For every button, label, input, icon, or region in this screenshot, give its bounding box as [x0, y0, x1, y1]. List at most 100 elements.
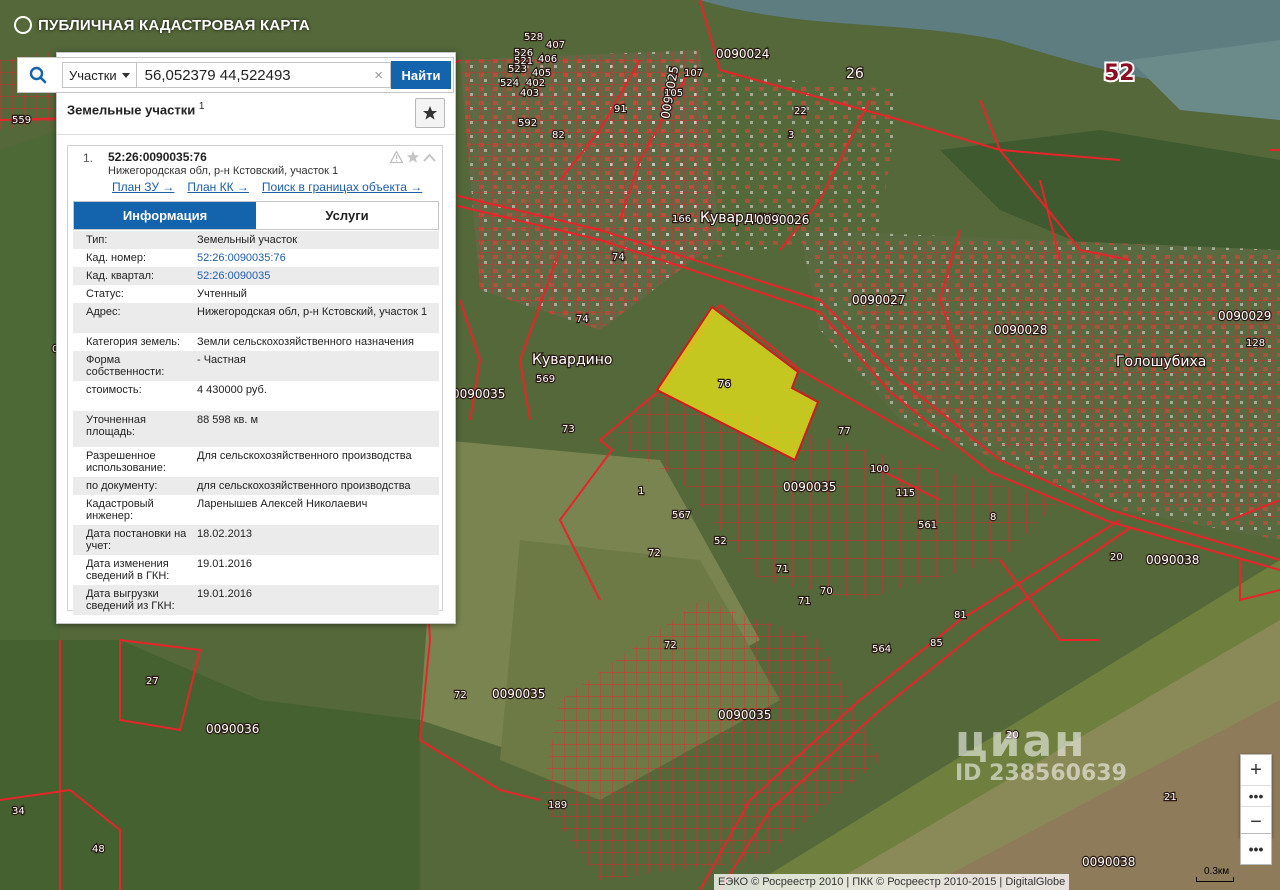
- parcel-label: 559: [12, 115, 31, 126]
- result-tabs: Информация Услуги: [73, 201, 439, 230]
- attribute-value: 4 430000 руб.: [197, 384, 267, 396]
- attribute-value: 19.01.2016: [197, 588, 253, 600]
- parcel-label: 82: [552, 130, 565, 141]
- search-input[interactable]: [136, 62, 391, 88]
- result-cadastral-number[interactable]: 52:26:0090035:76: [108, 150, 207, 164]
- parcel-label: 8: [990, 512, 996, 523]
- star-icon[interactable]: [406, 150, 420, 164]
- scale-bar-line: [1196, 877, 1234, 882]
- parcel-label: 407: [546, 40, 565, 51]
- attribute-value: Земли сельскохозяйственного назначения: [197, 336, 414, 348]
- watermark: циан ID 238560639: [955, 716, 1127, 786]
- object-type-select[interactable]: Участки: [62, 62, 137, 88]
- parcel-label: 74: [576, 314, 589, 325]
- info-panel: Участки × Найти Земельные участки 1 1. 5…: [17, 52, 456, 624]
- clear-icon[interactable]: ×: [374, 67, 383, 84]
- attribute-row: стоимость: 4 430000 руб.: [73, 381, 439, 411]
- parcel-label: 81: [954, 610, 967, 621]
- parcel-label: 48: [92, 844, 105, 855]
- attribute-key: Кадастровый инженер:: [86, 498, 154, 522]
- divider: [57, 134, 455, 135]
- parcel-label: 105: [664, 88, 683, 99]
- map-attribution: ЕЭКО © Росреестр 2010 | ПКК © Росреестр …: [714, 874, 1070, 890]
- attribute-value[interactable]: 52:26:0090035:76: [193, 249, 439, 267]
- chevron-down-icon: [121, 72, 130, 78]
- attribute-value: для сельскохозяйственного производства: [197, 480, 411, 492]
- zoom-in-button[interactable]: +: [1241, 755, 1271, 785]
- star-icon: [423, 106, 437, 120]
- parcel-label: 72: [648, 548, 661, 559]
- app-title-text: ПУБЛИЧНАЯ КАДАСТРОВАЯ КАРТА: [38, 16, 310, 34]
- attribute-value: 19.01.2016: [197, 558, 253, 570]
- attribute-value: - Частная: [197, 354, 246, 366]
- result-address: Нижегородская обл, р-н Кстовский, участо…: [108, 165, 339, 177]
- attribute-value: Для сельскохозяйственного производства: [197, 450, 412, 462]
- attribute-value: Земельный участок: [197, 234, 298, 246]
- watermark-brand: циан: [955, 716, 1087, 767]
- attribute-value: 18.02.2013: [197, 528, 253, 540]
- attribute-row: Категория земель: Земли сельскохозяйствен…: [73, 333, 439, 351]
- parcel-label: 3: [788, 130, 794, 141]
- place-label-goloshubikha: Голошубиха: [1116, 354, 1206, 370]
- attribute-row: Кад. квартал: 52:26:0090035: [73, 267, 439, 285]
- parcel-label: 521: [514, 56, 533, 67]
- attribute-table: Тип: Земельный участок Кад. номер: 52:26:00…: [73, 231, 439, 615]
- find-button[interactable]: Найти: [391, 61, 451, 89]
- attribute-value: Учтенный: [197, 288, 247, 300]
- link-search-in-bounds[interactable]: Поиск в границах объекта →: [262, 180, 422, 194]
- attribute-key: Разрешенное использование:: [86, 450, 166, 474]
- attribute-value[interactable]: 52:26:0090035: [193, 267, 439, 285]
- parcel-label: 76: [718, 379, 731, 390]
- attribute-key: Тип:: [86, 234, 108, 246]
- parcel-label: 403: [520, 88, 539, 99]
- link-plan-zu[interactable]: План ЗУ →: [112, 180, 174, 194]
- attribute-key: Дата постановки на учет:: [86, 528, 187, 552]
- globe-logo-icon: [14, 16, 32, 34]
- search-icon[interactable]: [18, 58, 58, 92]
- watermark-id: ID 238560639: [955, 761, 1127, 786]
- parcel-label: 524: [500, 78, 519, 89]
- parcel-label: 115: [896, 488, 915, 499]
- result-count: 1: [198, 101, 205, 112]
- result-links: План ЗУ → План КК → Поиск в границах объ…: [112, 180, 422, 194]
- quarter-label: 0090038: [1146, 553, 1199, 567]
- attribute-row: Дата выгрузки сведений из ГКН: 19.01.2016: [73, 585, 439, 615]
- attribute-key: стоимость:: [86, 384, 142, 396]
- parcel-label: 561: [918, 520, 937, 531]
- road-label: 26: [846, 66, 864, 82]
- attribute-row: по документу: для сельскохозяйственного п…: [73, 477, 439, 495]
- more-options-button[interactable]: •••: [1240, 833, 1272, 865]
- zoom-control: + ••• −: [1240, 754, 1272, 838]
- object-type-value: Участки: [69, 67, 117, 83]
- parcel-label: 569: [536, 374, 555, 385]
- parcel-label: 22: [794, 106, 807, 117]
- parcel-label: 567: [672, 510, 691, 521]
- tab-services[interactable]: Услуги: [256, 202, 438, 229]
- warning-icon[interactable]: [390, 151, 403, 163]
- quarter-label: 0090024: [716, 47, 769, 61]
- parcel-label: 73: [562, 424, 575, 435]
- favorites-button[interactable]: [415, 98, 445, 128]
- tab-information[interactable]: Информация: [74, 202, 256, 229]
- attribute-row: Уточненная площадь: 88 598 кв. м: [73, 411, 439, 447]
- quarter-label: 0090029: [1218, 309, 1271, 323]
- app-title: ПУБЛИЧНАЯ КАДАСТРОВАЯ КАРТА: [14, 16, 310, 34]
- attribute-key: Кад. номер:: [86, 252, 147, 264]
- quarter-label: 0090038: [1082, 855, 1135, 869]
- attribute-row: Кадастровый инженер: Ларенышев Алексей Ни…: [73, 495, 439, 525]
- parcel-label: 406: [538, 54, 557, 65]
- parcel-label: 85: [930, 638, 943, 649]
- attribute-key: по документу:: [86, 480, 158, 492]
- attribute-row: Разрешенное использование: Для сельскохоз…: [73, 447, 439, 477]
- quarter-label: 0090036: [206, 722, 259, 736]
- parcel-label: 564: [872, 644, 891, 655]
- attribute-row: Дата изменения сведений в ГКН: 19.01.2016: [73, 555, 439, 585]
- zoom-level-indicator[interactable]: •••: [1241, 785, 1271, 807]
- attribute-value: Ларенышев Алексей Николаевич: [197, 498, 368, 510]
- quarter-label: 0090035: [783, 480, 836, 494]
- link-plan-kk[interactable]: План КК →: [187, 180, 249, 194]
- attribute-key: Статус:: [86, 288, 124, 300]
- attribute-key: Адрес:: [86, 306, 121, 318]
- chevron-up-icon[interactable]: [423, 153, 436, 162]
- parcel-label: 70: [820, 586, 833, 597]
